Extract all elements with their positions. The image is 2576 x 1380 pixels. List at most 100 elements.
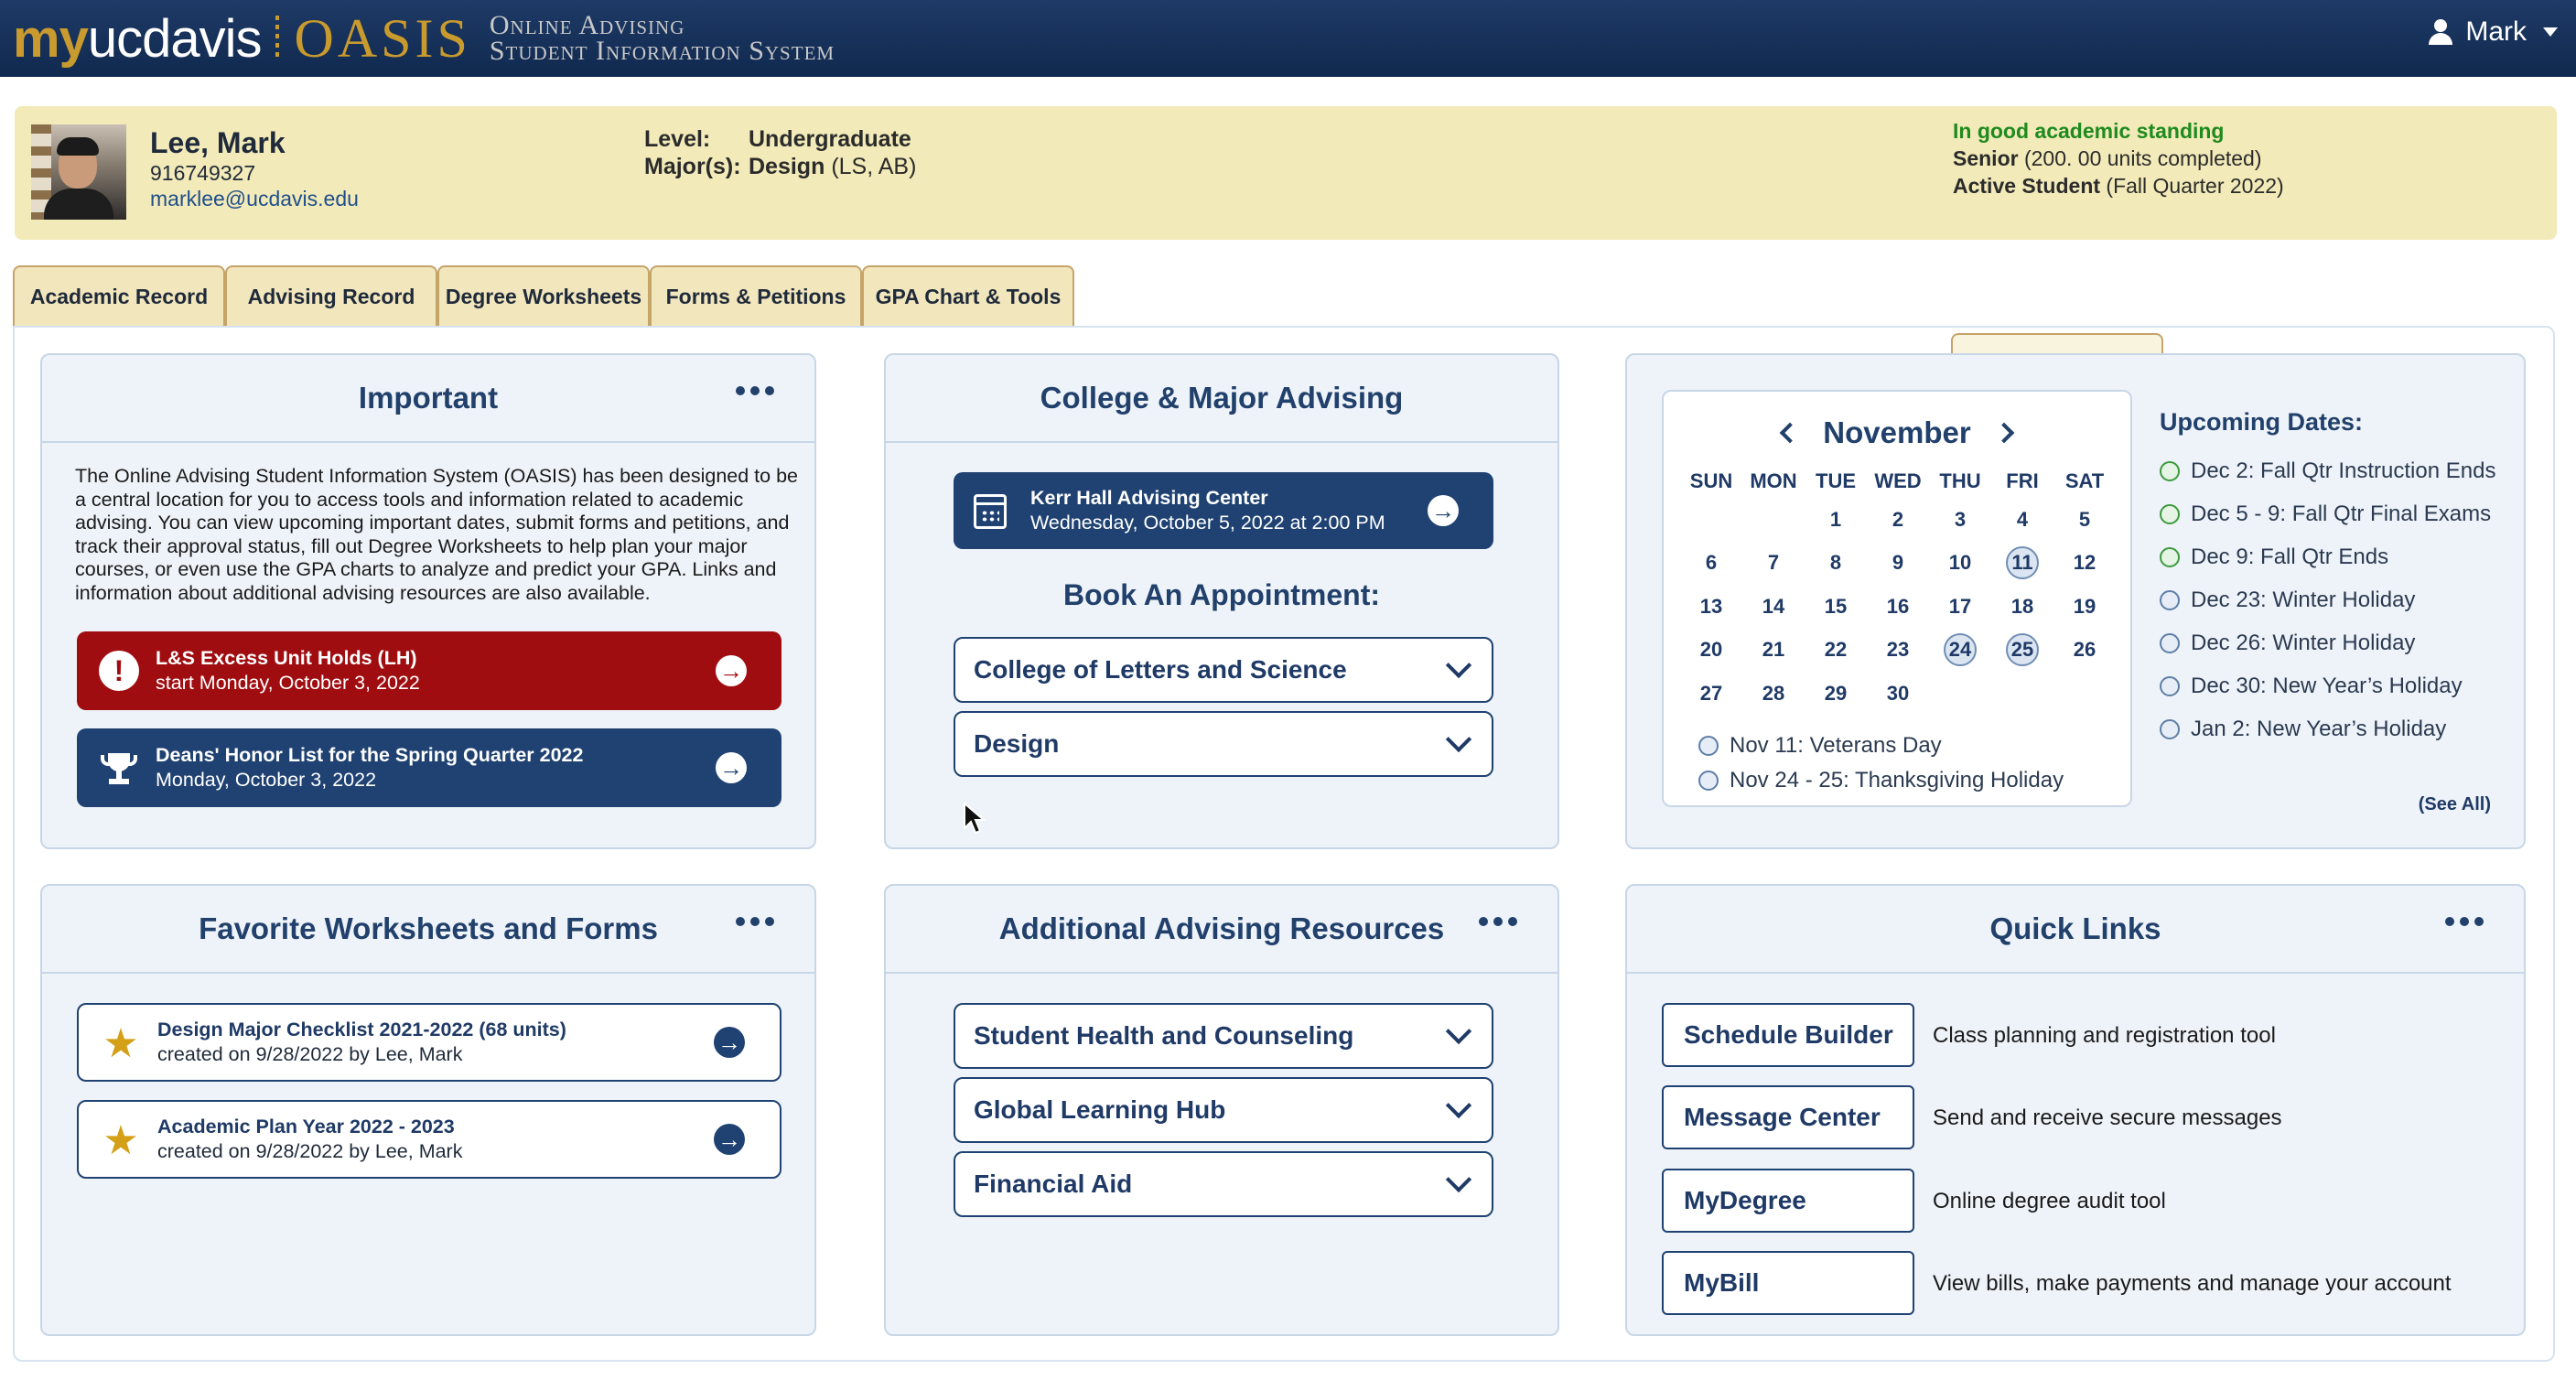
more-options-icon[interactable] [736, 917, 774, 926]
arrow-right-icon[interactable]: → [1428, 495, 1459, 526]
upcoming-date-item[interactable]: Dec 23: Winter Holiday [2160, 578, 2495, 621]
chevron-down-icon [1445, 1018, 1472, 1045]
calendar-day[interactable]: 20 [1680, 629, 1742, 673]
tab-gpa-chart-tools[interactable]: GPA Chart & Tools [862, 265, 1074, 326]
holiday-dot-icon [2160, 675, 2180, 696]
dropdown-student-health[interactable]: Student Health and Counseling [954, 1003, 1493, 1069]
calendar-day[interactable]: 8 [1805, 542, 1867, 586]
quick-link-mybill[interactable]: MyBill [1662, 1251, 1914, 1315]
dropdown-label: Global Learning Hub [974, 1095, 1226, 1124]
arrow-right-icon[interactable]: → [714, 1124, 745, 1155]
favorite-title: Design Major Checklist 2021-2022 (68 uni… [157, 1019, 566, 1040]
calendar-day[interactable]: 22 [1805, 629, 1867, 673]
quick-link-message-center[interactable]: Message Center [1662, 1085, 1914, 1149]
student-name: Lee, Mark [150, 126, 286, 159]
favorite-subtitle: created on 9/28/2022 by Lee, Mark [157, 1140, 463, 1162]
user-menu[interactable]: Mark [2429, 16, 2558, 48]
quick-link-mydegree[interactable]: MyDegree [1662, 1169, 1914, 1233]
calendar-day[interactable]: 1 [1805, 498, 1867, 542]
calendar-day[interactable]: 30 [1867, 672, 1929, 716]
arrow-right-icon[interactable]: → [716, 752, 747, 783]
calendar-day[interactable]: 7 [1742, 542, 1805, 586]
star-icon: ★ [102, 1118, 139, 1163]
upcoming-date-item[interactable]: Jan 2: New Year’s Holiday [2160, 707, 2495, 750]
alert-deans-honor-list[interactable]: Deans' Honor List for the Spring Quarter… [77, 728, 781, 807]
calendar-day-number: 18 [2010, 594, 2034, 618]
dropdown-global-learning-hub[interactable]: Global Learning Hub [954, 1077, 1493, 1143]
important-header: Important [42, 355, 814, 443]
major-value: Design (LS, AB) [749, 154, 916, 180]
calendar-day[interactable]: 10 [1929, 542, 1991, 586]
dropdown-college-letters-science[interactable]: College of Letters and Science [954, 637, 1493, 703]
calendar-day[interactable]: 11 [1991, 542, 2053, 586]
calendar-day[interactable]: 4 [1991, 498, 2053, 542]
arrow-right-icon[interactable]: → [714, 1027, 745, 1058]
units-completed: (200. 00 units completed) [2023, 146, 2262, 170]
calendar-day[interactable]: 2 [1867, 498, 1929, 542]
calendar-day[interactable]: 19 [2053, 585, 2116, 629]
calendar-day[interactable]: 14 [1742, 585, 1805, 629]
favorite-design-major-checklist[interactable]: ★ Design Major Checklist 2021-2022 (68 u… [77, 1003, 781, 1082]
upcoming-date-item[interactable]: Dec 9: Fall Qtr Ends [2160, 535, 2495, 578]
calendar-empty-cell [1742, 498, 1805, 542]
tab-academic-record[interactable]: Academic Record [13, 265, 225, 326]
majors-label: Major(s): [644, 154, 741, 179]
see-all-link[interactable]: (See All) [2419, 794, 2491, 815]
calendar-day[interactable]: 9 [1867, 542, 1929, 586]
calendar-day[interactable]: 3 [1929, 498, 1991, 542]
calendar-day[interactable]: 27 [1680, 672, 1742, 716]
upcoming-date-item[interactable]: Dec 26: Winter Holiday [2160, 621, 2495, 664]
calendar-day[interactable]: 5 [2053, 498, 2116, 542]
chevron-right-icon[interactable] [1993, 422, 2015, 444]
exclamation-icon: ! [99, 651, 139, 691]
calendar-day[interactable]: 6 [1680, 542, 1742, 586]
myucdavis-logo[interactable]: my ucdavis [13, 8, 263, 70]
logo-ucdavis: ucdavis [87, 8, 263, 69]
calendar-day-number: 8 [1829, 551, 1842, 575]
calendar-day[interactable]: 12 [2053, 542, 2116, 586]
calendar-day-number: 11 [2006, 546, 2039, 580]
calendar-day[interactable]: 15 [1805, 585, 1867, 629]
logo-my: my [13, 8, 89, 69]
more-options-icon[interactable] [1479, 917, 1517, 926]
tab-advising-record[interactable]: Advising Record [225, 265, 437, 326]
calendar-day[interactable]: 21 [1742, 629, 1805, 673]
calendar-day[interactable]: 13 [1680, 585, 1742, 629]
arrow-right-icon[interactable]: → [716, 655, 747, 686]
dropdown-label: Financial Aid [974, 1170, 1133, 1198]
dropdown-financial-aid[interactable]: Financial Aid [954, 1151, 1493, 1217]
calendar-day[interactable]: 23 [1867, 629, 1929, 673]
more-options-icon[interactable] [736, 386, 774, 395]
calendar-day-number [2068, 677, 2101, 710]
student-id: 916749327 [150, 161, 256, 185]
holiday-dot-icon [2160, 718, 2180, 739]
calendar-day[interactable]: 16 [1867, 585, 1929, 629]
calendar-event[interactable]: Nov 24 - 25: Thanksgiving Holiday [1698, 763, 2064, 798]
calendar-day[interactable]: 29 [1805, 672, 1867, 716]
calendar-day[interactable]: 28 [1742, 672, 1805, 716]
weekday-header: TUE [1816, 469, 1856, 492]
calendar-month: November [1823, 415, 1971, 449]
chevron-left-icon[interactable] [1779, 422, 1801, 444]
favorite-academic-plan[interactable]: ★ Academic Plan Year 2022 - 2023 created… [77, 1100, 781, 1179]
upcoming-date-item[interactable]: Dec 2: Fall Qtr Instruction Ends [2160, 449, 2495, 492]
tab-degree-worksheets[interactable]: Degree Worksheets [437, 265, 650, 326]
calendar-day[interactable]: 25 [1991, 629, 2053, 673]
upcoming-dates: Upcoming Dates: Dec 2: Fall Qtr Instruct… [2160, 408, 2495, 750]
quick-link-schedule-builder[interactable]: Schedule Builder [1662, 1003, 1914, 1067]
calendar-day[interactable]: 24 [1929, 629, 1991, 673]
calendar-day[interactable]: 26 [2053, 629, 2116, 673]
student-banner: Lee, Mark 916749327 marklee@ucdavis.edu … [15, 106, 2557, 240]
calendar-day[interactable]: 17 [1929, 585, 1991, 629]
upcoming-date-item[interactable]: Dec 30: New Year’s Holiday [2160, 664, 2495, 707]
tab-forms-petitions[interactable]: Forms & Petitions [650, 265, 862, 326]
appointment-kerr-hall[interactable]: Kerr Hall Advising Center Wednesday, Oct… [954, 472, 1493, 549]
calendar-empty-cell [2053, 672, 2116, 716]
student-email-link[interactable]: marklee@ucdavis.edu [150, 187, 359, 211]
upcoming-date-item[interactable]: Dec 5 - 9: Fall Qtr Final Exams [2160, 492, 2495, 535]
more-options-icon[interactable] [2445, 917, 2484, 926]
calendar-day[interactable]: 18 [1991, 585, 2053, 629]
dropdown-design[interactable]: Design [954, 711, 1493, 777]
alert-excess-unit-holds[interactable]: ! L&S Excess Unit Holds (LH) start Monda… [77, 631, 781, 710]
calendar-event[interactable]: Nov 11: Veterans Day [1698, 728, 2064, 763]
